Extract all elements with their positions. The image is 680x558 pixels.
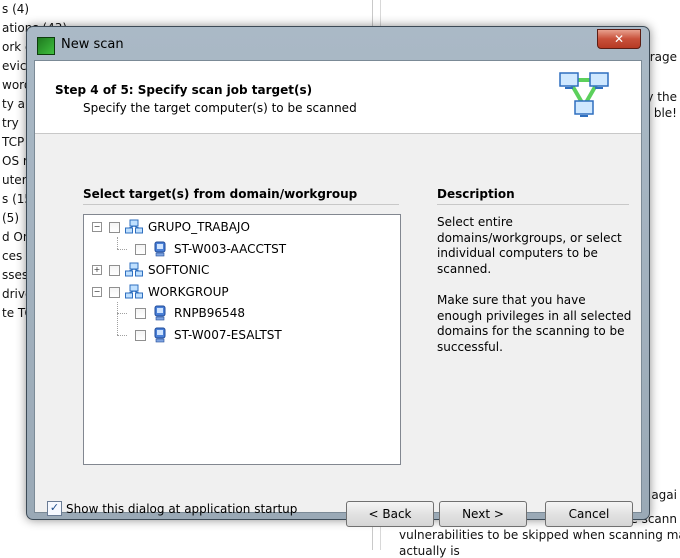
- tree-node-st-w007-esaltst[interactable]: ST-W007-ESALTST: [135, 326, 282, 344]
- expand-icon[interactable]: +: [92, 265, 102, 275]
- tree-node-label: WORKGROUP: [148, 285, 229, 299]
- bg-detail-text: actually is: [399, 544, 460, 558]
- workgroup-icon: [125, 219, 143, 234]
- collapse-icon[interactable]: −: [92, 287, 102, 297]
- bg-detail-text: vulnerabilities to be skipped when scann…: [399, 528, 680, 542]
- bg-list-item: s (4): [2, 2, 30, 16]
- workgroup-icon: [125, 262, 143, 277]
- bg-detail-text: ble!: [653, 106, 677, 120]
- computer-icon: [154, 327, 166, 343]
- tree-connector: [117, 335, 127, 336]
- step-subtitle: Specify the target computer(s) to be sca…: [83, 101, 357, 115]
- bg-list-item: OS r: [2, 154, 28, 168]
- tree-connector: [117, 313, 127, 314]
- computer-icon: [154, 241, 166, 257]
- tree-node-grupo-trabajo[interactable]: − GRUPO_TRABAJO: [92, 218, 250, 236]
- tree-connector: [117, 249, 127, 250]
- workgroup-icon: [125, 284, 143, 299]
- back-button[interactable]: < Back: [346, 501, 434, 527]
- next-button[interactable]: Next >: [439, 501, 527, 527]
- tree-node-label: ST-W003-AACCTST: [174, 242, 287, 256]
- bg-detail-text: agai: [651, 488, 677, 502]
- close-button[interactable]: ✕: [597, 29, 641, 49]
- description-label: Description: [437, 187, 629, 205]
- tree-node-label: SOFTONIC: [148, 263, 210, 277]
- bg-list-item: sses: [2, 268, 29, 282]
- tree-node-workgroup[interactable]: − WORKGROUP: [92, 283, 229, 301]
- app-icon: [37, 37, 55, 55]
- collapse-icon[interactable]: −: [92, 222, 102, 232]
- tree-node-st-w003-aacctst[interactable]: ST-W003-AACCTST: [135, 240, 286, 258]
- tree-connector: [117, 237, 118, 249]
- bg-list-item: (5): [2, 211, 19, 225]
- tree-node-label: RNPB96548: [174, 306, 245, 320]
- bg-list-item: TCP: [2, 135, 25, 149]
- dialog-body: Step 4 of 5: Specify scan job target(s) …: [34, 60, 642, 527]
- window-title: New scan: [61, 37, 124, 52]
- bg-list-item: try: [2, 116, 19, 130]
- wizard-header: Step 4 of 5: Specify scan job target(s) …: [35, 61, 641, 134]
- targets-group-label: Select target(s) from domain/workgroup: [83, 187, 399, 205]
- cancel-button[interactable]: Cancel: [545, 501, 633, 527]
- startup-label: Show this dialog at application startup: [66, 501, 298, 516]
- bg-list-item: uter: [2, 173, 27, 187]
- tree-node-softonic[interactable]: + SOFTONIC: [92, 261, 209, 279]
- tree-node-label: ST-W007-ESALTST: [174, 328, 282, 342]
- tree-checkbox[interactable]: [109, 264, 120, 276]
- tree-connector: [117, 302, 118, 335]
- title-bar[interactable]: New scan ✕: [27, 27, 649, 61]
- startup-option[interactable]: ✓ Show this dialog at application startu…: [47, 501, 297, 516]
- target-tree[interactable]: − GRUPO_TRABAJO ST-W003-AACCTST + SOFTON…: [83, 214, 401, 465]
- tree-checkbox[interactable]: [109, 286, 120, 298]
- new-scan-dialog: New scan ✕ Step 4 of 5: Specify scan job…: [26, 26, 650, 527]
- tree-node-rnpb96548[interactable]: RNPB96548: [135, 304, 245, 322]
- step-title: Step 4 of 5: Specify scan job target(s): [55, 83, 313, 97]
- bg-detail-text: y the: [646, 90, 677, 104]
- description-paragraph: Make sure that you have enough privilege…: [437, 293, 632, 354]
- tree-node-label: GRUPO_TRABAJO: [148, 220, 250, 234]
- network-topology-icon: [559, 72, 609, 117]
- tree-checkbox[interactable]: [109, 221, 120, 233]
- tree-checkbox[interactable]: [135, 307, 146, 319]
- tree-checkbox[interactable]: [135, 243, 146, 255]
- description-text: Select entire domains/workgroups, or sel…: [437, 215, 633, 355]
- tree-checkbox[interactable]: [135, 329, 146, 341]
- startup-checkbox[interactable]: ✓: [47, 501, 62, 516]
- computer-icon: [154, 305, 166, 321]
- description-paragraph: Select entire domains/workgroups, or sel…: [437, 215, 622, 276]
- bg-list-item: ty a: [2, 97, 25, 111]
